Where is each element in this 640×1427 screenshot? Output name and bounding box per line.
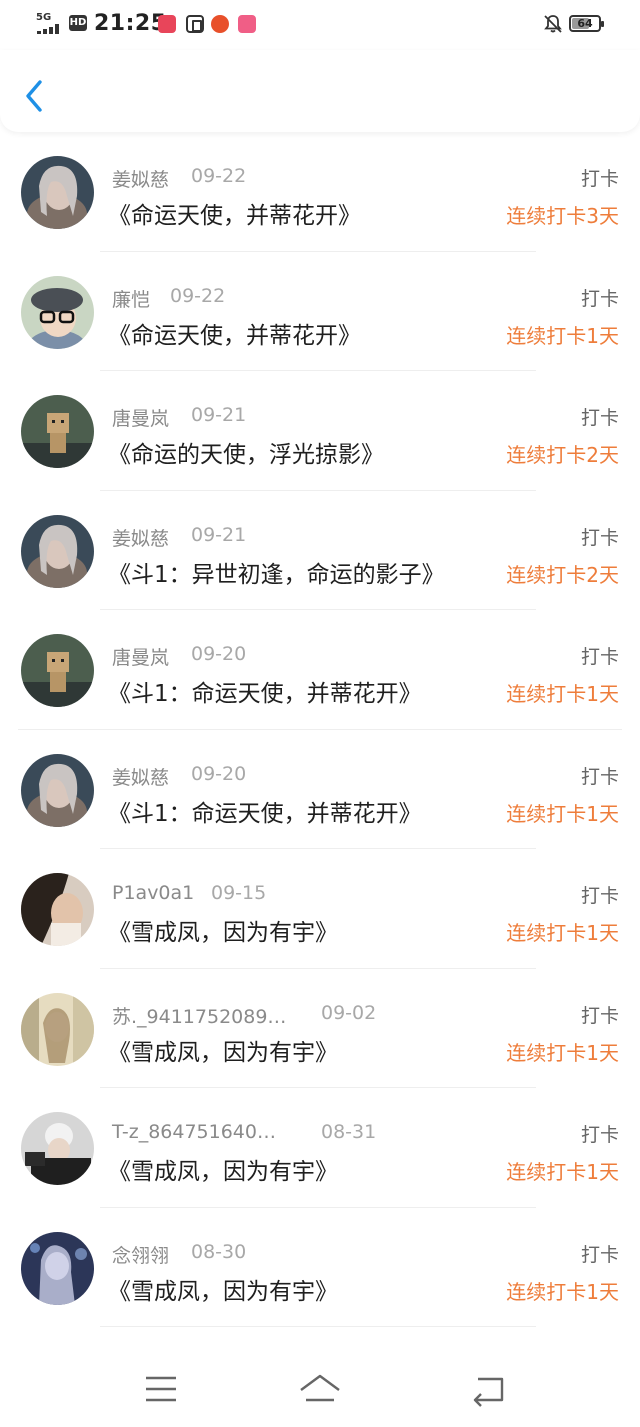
notification-app-icon	[158, 15, 176, 33]
checkin-type-label: 打卡	[580, 1004, 619, 1027]
checkin-date: 09-20	[191, 762, 247, 785]
book-title: 《命运的天使，浮光掠影》	[108, 442, 384, 468]
notification-app-icon	[238, 15, 256, 33]
avatar[interactable]	[21, 1231, 94, 1305]
checkin-list: 姜姒慈 09-22 《命运天使，并蒂花开》 打卡 连续打卡3天 廉恺 09-22	[0, 132, 640, 1342]
streak-label: 连续打卡2天	[506, 562, 619, 587]
streak-label: 连续打卡1天	[506, 801, 619, 826]
streak-label: 连续打卡2天	[506, 443, 619, 467]
avatar[interactable]	[21, 753, 94, 827]
username: 念翎翎	[112, 1244, 170, 1267]
streak-label: 连续打卡1天	[506, 1040, 619, 1065]
checkin-type-label: 打卡	[580, 1243, 619, 1266]
list-item[interactable]: P1av0a1 09-15 《雪成凤，因为有宇》 打卡 连续打卡1天	[0, 849, 640, 969]
list-item[interactable]: 姜姒慈 09-21 《斗1：异世初逢，命运的影子》 打卡 连续打卡2天	[0, 491, 640, 610]
avatar[interactable]	[21, 514, 94, 588]
streak-label: 连续打卡1天	[506, 682, 619, 706]
header	[0, 50, 640, 132]
checkin-date: 09-02	[321, 1001, 377, 1024]
checkin-date: 08-30	[191, 1240, 247, 1263]
streak-label: 连续打卡1天	[506, 1160, 619, 1184]
avatar[interactable]	[21, 156, 94, 229]
avatar[interactable]	[21, 275, 94, 349]
checkin-type-label: 打卡	[580, 765, 619, 788]
checkin-type-label: 打卡	[580, 1124, 619, 1146]
back-button[interactable]	[18, 74, 52, 118]
username: 姜姒慈	[112, 766, 170, 789]
streak-label: 连续打卡1天	[506, 1279, 619, 1304]
checkin-type-label: 打卡	[580, 407, 619, 429]
book-title: 《雪成凤，因为有宇》	[108, 1159, 338, 1185]
checkin-date: 09-15	[211, 882, 267, 904]
battery-icon: 64	[569, 15, 604, 32]
checkin-type-label: 打卡	[580, 168, 619, 190]
username: 姜姒慈	[112, 169, 170, 191]
username: 廉恺	[112, 288, 151, 311]
username: 唐曼岚	[112, 647, 170, 669]
list-item[interactable]: 唐曼岚 09-20 《斗1：命运天使，并蒂花开》 打卡 连续打卡1天	[0, 610, 640, 730]
checkin-date: 09-22	[191, 165, 247, 187]
username: 苏._9411752089…	[112, 1005, 287, 1028]
book-title: 《雪成凤，因为有宇》	[108, 1039, 338, 1066]
system-back-button[interactable]	[464, 1366, 514, 1412]
status-time: 21:25	[94, 11, 167, 36]
system-nav-bar	[0, 1356, 640, 1427]
checkin-type-label: 打卡	[580, 646, 619, 668]
network-type: 5G	[36, 12, 52, 23]
list-item[interactable]: T-z_864751640… 08-31 《雪成凤，因为有宇》 打卡 连续打卡1…	[0, 1088, 640, 1208]
checkin-date: 09-22	[170, 284, 226, 307]
username: T-z_864751640…	[112, 1121, 276, 1143]
book-title: 《命运天使，并蒂花开》	[108, 203, 361, 229]
username: 唐曼岚	[112, 408, 170, 430]
username: P1av0a1	[112, 882, 195, 904]
book-title: 《雪成凤，因为有宇》	[108, 920, 338, 946]
list-item[interactable]: 廉恺 09-22 《命运天使，并蒂花开》 打卡 连续打卡1天	[0, 252, 640, 371]
home-icon	[300, 1374, 340, 1402]
list-item[interactable]: 姜姒慈 09-20 《斗1：命运天使，并蒂花开》 打卡 连续打卡1天	[0, 730, 640, 849]
streak-label: 连续打卡1天	[506, 921, 619, 945]
divider	[100, 1326, 536, 1327]
avatar[interactable]	[21, 992, 94, 1066]
checkin-date: 09-21	[191, 523, 247, 546]
screen: 5G HD 21:25 64 姜姒慈 09-22 《命运天使，并蒂花开》 打卡 …	[0, 0, 640, 1427]
avatar[interactable]	[21, 1112, 94, 1185]
checkin-type-label: 打卡	[580, 287, 619, 310]
battery-percent: 64	[577, 17, 593, 30]
menu-icon	[146, 1376, 176, 1402]
streak-label: 连续打卡3天	[506, 204, 619, 228]
username: 姜姒慈	[112, 527, 170, 550]
avatar[interactable]	[21, 873, 94, 946]
book-title: 《斗1：命运天使，并蒂花开》	[108, 681, 422, 707]
chevron-left-icon	[26, 80, 42, 112]
status-bar: 5G HD 21:25 64	[0, 0, 640, 50]
back-icon	[473, 1377, 504, 1407]
network-signal-icon: 5G	[36, 12, 66, 35]
list-item[interactable]: 唐曼岚 09-21 《命运的天使，浮光掠影》 打卡 连续打卡2天	[0, 371, 640, 491]
notification-app-icon	[186, 15, 204, 33]
checkin-type-label: 打卡	[580, 526, 619, 549]
book-title: 《斗1：命运天使，并蒂花开》	[108, 800, 422, 827]
notification-app-icon	[211, 15, 229, 33]
avatar[interactable]	[21, 395, 94, 468]
checkin-type-label: 打卡	[580, 885, 619, 907]
list-item[interactable]: 姜姒慈 09-22 《命运天使，并蒂花开》 打卡 连续打卡3天	[0, 132, 640, 252]
book-title: 《雪成凤，因为有宇》	[108, 1278, 338, 1305]
home-button[interactable]	[295, 1366, 345, 1412]
book-title: 《命运天使，并蒂花开》	[108, 322, 361, 349]
avatar[interactable]	[21, 634, 94, 707]
checkin-date: 08-31	[321, 1121, 377, 1143]
checkin-date: 09-20	[191, 643, 247, 665]
hd-voice-icon: HD	[69, 15, 87, 31]
streak-label: 连续打卡1天	[506, 323, 619, 348]
silent-bell-icon	[542, 13, 564, 35]
checkin-date: 09-21	[191, 404, 247, 426]
list-item[interactable]: 念翎翎 08-30 《雪成凤，因为有宇》 打卡 连续打卡1天	[0, 1208, 640, 1327]
menu-button[interactable]	[136, 1366, 186, 1412]
list-item[interactable]: 苏._9411752089… 09-02 《雪成凤，因为有宇》 打卡 连续打卡1…	[0, 969, 640, 1088]
book-title: 《斗1：异世初逢，命运的影子》	[108, 561, 445, 588]
